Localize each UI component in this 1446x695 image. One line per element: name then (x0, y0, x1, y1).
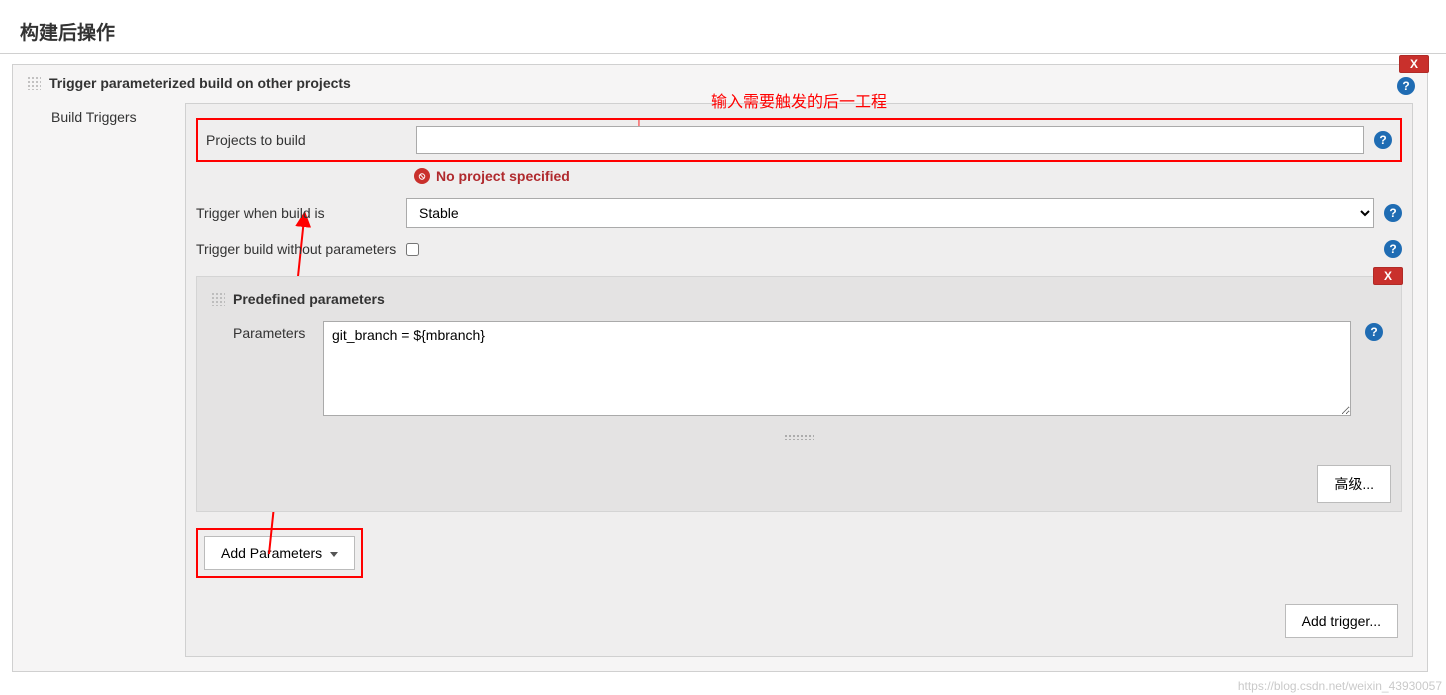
parameters-label: Parameters (233, 321, 323, 419)
build-trigger-config-panel: 输入需要触发的后一工程 ↓ Projects to build ? ⦸ (185, 103, 1413, 657)
projects-to-build-input[interactable] (416, 126, 1364, 154)
advanced-button[interactable]: 高级... (1317, 465, 1391, 503)
close-icon[interactable]: X (1373, 267, 1403, 285)
add-parameters-highlight: Add Parameters (196, 528, 363, 578)
add-parameters-button[interactable]: Add Parameters (204, 536, 355, 570)
grip-icon (784, 434, 814, 440)
help-icon[interactable]: ? (1374, 131, 1392, 149)
add-parameters-label: Add Parameters (221, 545, 322, 561)
projects-to-build-row: Projects to build ? (196, 118, 1402, 162)
trigger-when-label: Trigger when build is (196, 205, 406, 221)
help-icon[interactable]: ? (1397, 77, 1415, 95)
parameters-textarea[interactable]: git_branch = ${mbranch} (323, 321, 1351, 416)
trigger-without-params-checkbox[interactable] (406, 243, 419, 256)
section-header: Trigger parameterized build on other pro… (13, 65, 1427, 95)
help-icon[interactable]: ? (1384, 204, 1402, 222)
drag-handle-icon[interactable] (211, 292, 225, 306)
predefined-parameters-title: Predefined parameters (233, 291, 385, 307)
parameters-row: Parameters git_branch = ${mbranch} ? (197, 313, 1401, 423)
add-trigger-button[interactable]: Add trigger... (1285, 604, 1398, 638)
predefined-parameters-panel: X Predefined parameters Parameters git_b… (196, 276, 1402, 512)
nested-section-header: Predefined parameters (197, 277, 1401, 313)
page-title: 构建后操作 (0, 0, 1446, 53)
build-triggers-label: Build Triggers (51, 103, 169, 657)
help-icon[interactable]: ? (1365, 323, 1383, 341)
no-entry-icon: ⦸ (414, 168, 430, 184)
watermark: https://blog.csdn.net/weixin_43930057 (1234, 677, 1446, 695)
trigger-section-panel: X Trigger parameterized build on other p… (12, 64, 1428, 672)
section-title: Trigger parameterized build on other pro… (49, 75, 351, 91)
error-message: ⦸ No project specified (196, 164, 1402, 192)
projects-to-build-label: Projects to build (206, 132, 416, 148)
trigger-when-row: Trigger when build is Stable ? (196, 192, 1402, 234)
trigger-without-params-label: Trigger build without parameters (196, 241, 396, 257)
drag-handle-icon[interactable] (27, 76, 41, 90)
resize-grip[interactable] (197, 423, 1401, 445)
trigger-without-params-row: Trigger build without parameters ? (196, 234, 1402, 264)
help-icon[interactable]: ? (1384, 240, 1402, 258)
error-text: No project specified (436, 168, 570, 184)
chevron-down-icon (330, 552, 338, 557)
divider (0, 53, 1446, 54)
trigger-when-select[interactable]: Stable (406, 198, 1374, 228)
